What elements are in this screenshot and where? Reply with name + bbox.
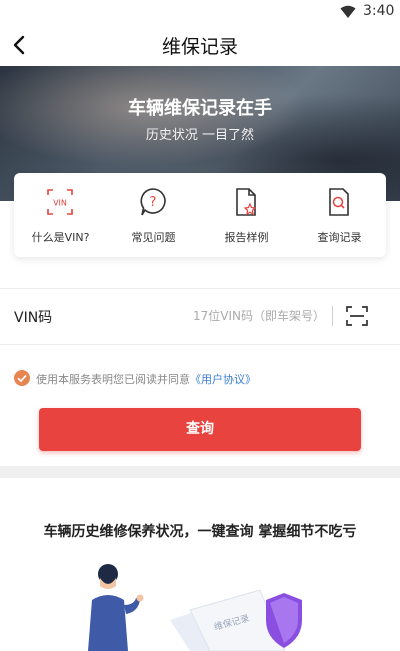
nav-bar: 维保记录: [0, 24, 400, 66]
quick-link-label: 报告样例: [224, 231, 269, 244]
quick-link-report-sample[interactable]: 报告样例: [200, 187, 293, 247]
search-document-icon: [325, 187, 353, 217]
vin-separator: [332, 306, 333, 326]
quick-link-what-is-vin[interactable]: VIN 什么是VIN?: [14, 187, 107, 247]
vin-row: VIN码: [0, 289, 400, 344]
page-title: 维保记录: [161, 36, 238, 58]
query-button[interactable]: 查询: [39, 408, 361, 451]
divider: [0, 344, 400, 345]
svg-text:VIN: VIN: [53, 199, 67, 208]
vin-input[interactable]: [120, 305, 325, 327]
person-illustration: [88, 564, 144, 651]
scan-icon[interactable]: [345, 304, 369, 328]
section-separator: [0, 466, 400, 478]
agreement-checkbox[interactable]: [14, 370, 30, 386]
agreement-row: 使用本服务表明您已阅读并同意《用户协议》: [14, 369, 374, 389]
vin-frame-icon: VIN: [46, 187, 74, 217]
status-bar: 3:40: [0, 0, 400, 24]
question-bubble-icon: ?: [139, 187, 167, 217]
quick-link-query-history[interactable]: 查询记录: [293, 187, 386, 247]
user-agreement-link[interactable]: 《用户协议》: [190, 373, 256, 386]
quick-link-label: 查询记录: [317, 231, 362, 244]
promo-illustration: 维保记录: [88, 564, 302, 651]
quick-link-label: 常见问题: [131, 231, 176, 244]
quick-links-card: VIN 什么是VIN? ? 常见问题 报告样例 查询记录: [14, 173, 386, 257]
report-star-icon: [232, 187, 260, 217]
quick-link-label: 什么是VIN?: [31, 231, 90, 244]
agreement-text: 使用本服务表明您已阅读并同意《用户协议》: [36, 371, 256, 387]
quick-link-faq[interactable]: ? 常见问题: [107, 187, 200, 247]
svg-text:?: ?: [150, 195, 157, 210]
status-time: 3:40: [363, 3, 395, 19]
wifi-icon: [340, 4, 356, 23]
hero-subtitle: 历史状况 一目了然: [145, 128, 255, 143]
agreement-statement: 使用本服务表明您已阅读并同意: [36, 373, 190, 386]
vin-label: VIN码: [14, 310, 53, 326]
promo-title: 车辆历史维修保养状况，一键查询 掌握细节不吃亏: [43, 524, 357, 540]
hero-title: 车辆维保记录在手: [128, 98, 272, 119]
